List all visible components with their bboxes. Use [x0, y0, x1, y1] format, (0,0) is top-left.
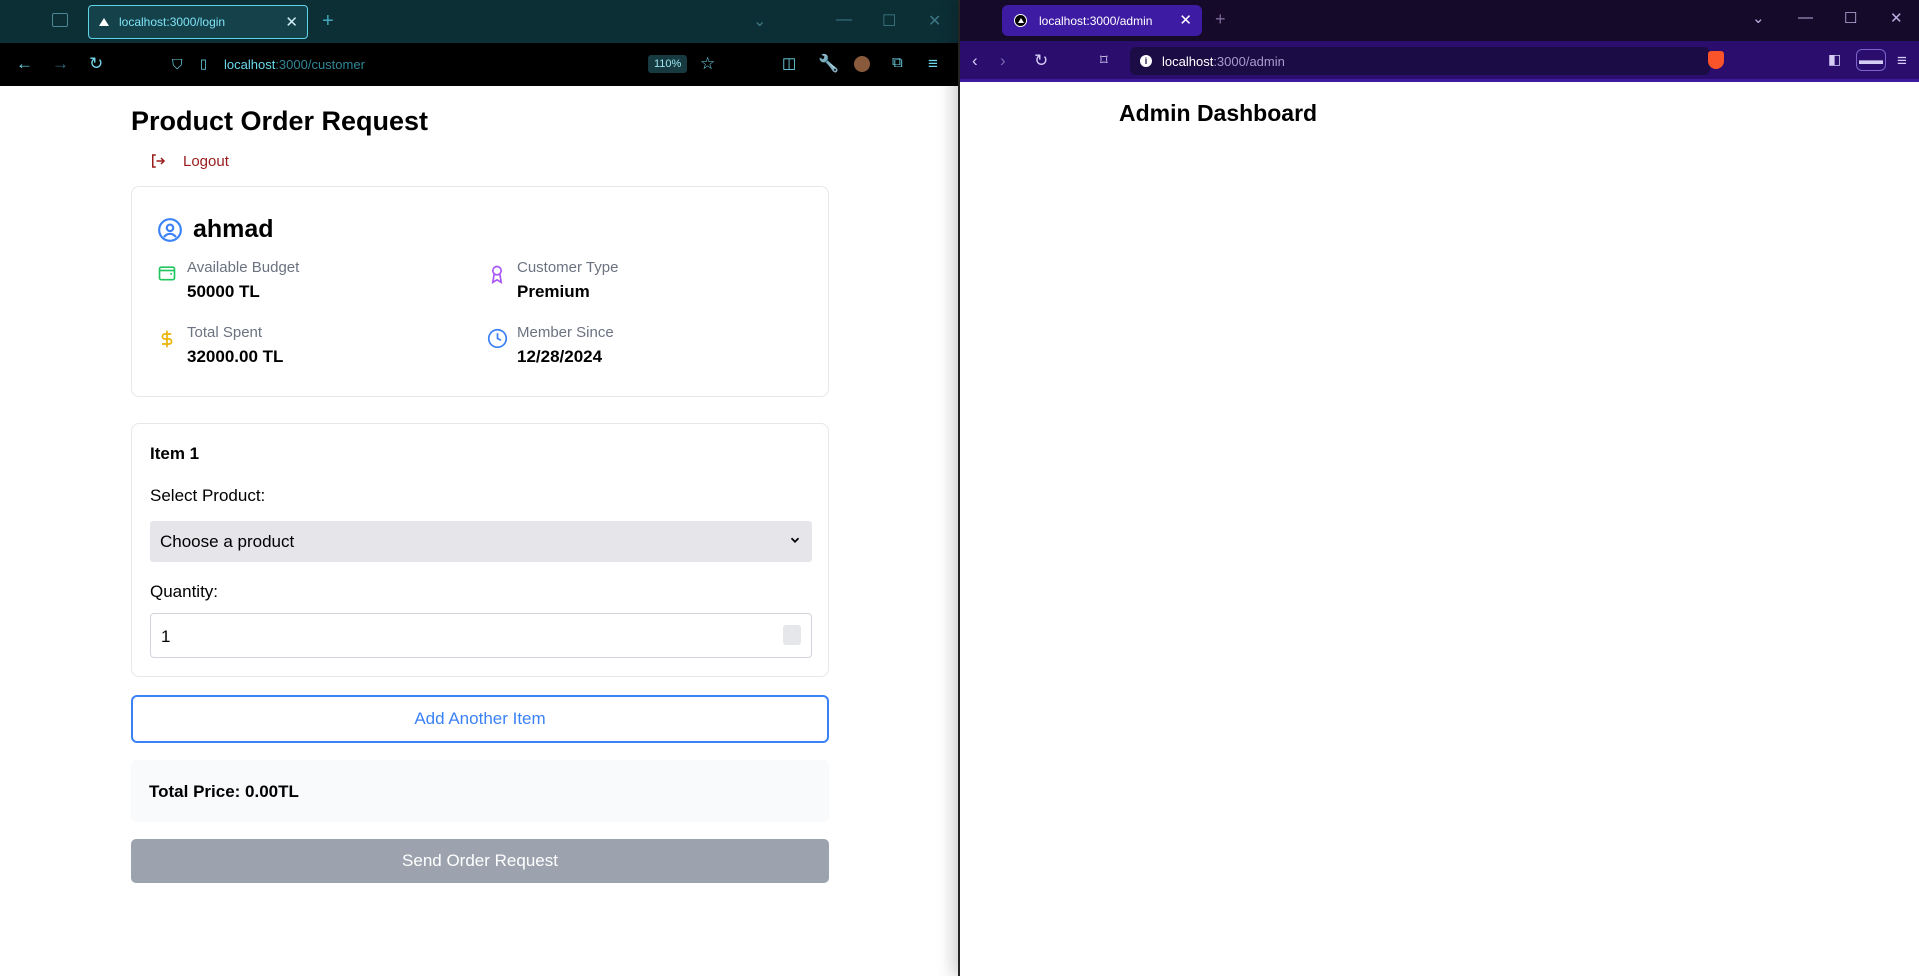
user-name-text: ahmad: [193, 215, 274, 243]
reload-icon[interactable]: ↻: [89, 54, 103, 74]
order-item-card: Item 1 Select Product: Choose a product …: [131, 423, 829, 677]
pocket-icon[interactable]: ◫: [782, 54, 796, 72]
quantity-stepper[interactable]: [783, 625, 801, 645]
firefox-window: localhost:3000/login ✕ + ⌄ — ☐ ✕ ← → ↻ ⛉…: [0, 0, 960, 976]
logout-label: Logout: [183, 152, 229, 170]
customer-type-label: Customer Type: [517, 259, 619, 276]
tab-tray-icon[interactable]: [52, 13, 68, 27]
tab-search-icon[interactable]: ⌄: [1752, 9, 1765, 27]
minimize-icon[interactable]: —: [1798, 9, 1813, 26]
customer-type-value: Premium: [517, 282, 590, 301]
menu-icon[interactable]: ≡: [928, 54, 938, 74]
member-since-stat: Member Since 12/28/2024: [487, 324, 614, 367]
user-name: ahmad: [157, 215, 274, 244]
forward-icon[interactable]: ›: [1000, 51, 1006, 71]
bookmark-star-icon[interactable]: ☆: [700, 54, 715, 74]
maximize-icon[interactable]: ☐: [882, 11, 896, 31]
brave-tab-title: localhost:3000/admin: [1039, 13, 1153, 28]
avatar[interactable]: [854, 56, 870, 72]
total-price: Total Price: 0.00TL: [131, 760, 829, 822]
wallet-icon: [158, 266, 176, 281]
send-order-button[interactable]: Send Order Request: [131, 839, 829, 883]
dollar-icon: [161, 330, 173, 348]
award-icon: [491, 265, 503, 284]
close-window-icon[interactable]: ✕: [1890, 9, 1903, 27]
site-info-icon[interactable]: i: [1140, 55, 1152, 67]
quantity-input[interactable]: 1: [150, 613, 812, 658]
page-title: Product Order Request: [131, 106, 429, 136]
member-since-value: 12/28/2024: [517, 347, 603, 366]
product-select[interactable]: Choose a product: [150, 521, 812, 562]
brave-url-bar[interactable]: i localhost:3000/admin: [1130, 47, 1710, 75]
brave-shields-icon[interactable]: [1708, 51, 1724, 69]
close-tab-icon[interactable]: ✕: [1179, 11, 1192, 29]
zoom-badge[interactable]: 110%: [648, 55, 688, 73]
forward-icon[interactable]: →: [52, 54, 69, 74]
customer-type-stat: Customer Type Premium: [487, 259, 618, 302]
member-since-label: Member Since: [517, 324, 614, 341]
private-mode-icon[interactable]: ▬▬: [1856, 49, 1886, 71]
admin-page-title: Admin Dashboard: [1119, 100, 1318, 126]
quantity-value: 1: [161, 627, 171, 646]
brave-tab-bar: localhost:3000/admin ✕ + ⌄ — ☐ ✕: [960, 0, 1919, 41]
ff-nav-bar: ← → ↻ ⛉ ▯ localhost:3000/customer 110% ☆…: [0, 43, 958, 86]
budget-label: Available Budget: [187, 259, 300, 276]
nextjs-favicon-icon: [1014, 14, 1027, 27]
logout-button[interactable]: Logout: [149, 152, 229, 170]
quantity-label: Quantity:: [150, 582, 219, 601]
ff-tab-bar: localhost:3000/login ✕ + ⌄ — ☐ ✕: [0, 0, 958, 43]
close-tab-icon[interactable]: ✕: [285, 13, 298, 31]
brave-nav-bar: ‹ › ↻ ⌑ i localhost:3000/admin ◧ ▬▬ ≡: [960, 41, 1919, 82]
back-icon[interactable]: ‹: [972, 51, 978, 71]
ff-url-bar[interactable]: localhost:3000/customer: [224, 57, 365, 72]
menu-icon[interactable]: ≡: [1897, 51, 1907, 71]
back-icon[interactable]: ←: [16, 54, 33, 74]
item-heading: Item 1: [150, 444, 200, 463]
nextjs-favicon-icon: [99, 18, 109, 26]
ff-active-tab[interactable]: localhost:3000/login ✕: [88, 5, 308, 39]
product-select-value: Choose a product: [160, 532, 295, 551]
wrench-icon[interactable]: 🔧: [818, 54, 839, 74]
minimize-icon[interactable]: —: [836, 11, 852, 29]
shield-icon[interactable]: ⛉: [172, 56, 183, 73]
brave-active-tab[interactable]: localhost:3000/admin ✕: [1002, 5, 1202, 36]
profile-card: ahmad Available Budget 50000 TL Customer …: [131, 186, 829, 397]
ff-tab-title: localhost:3000/login: [119, 15, 226, 29]
logout-icon: [152, 154, 166, 168]
brave-window: localhost:3000/admin ✕ + ⌄ — ☐ ✕ ‹ › ↻ ⌑…: [960, 0, 1919, 976]
maximize-icon[interactable]: ☐: [1844, 9, 1857, 27]
spent-value: 32000.00 TL: [187, 347, 284, 366]
close-window-icon[interactable]: ✕: [928, 11, 941, 31]
spent-label: Total Spent: [187, 324, 263, 341]
budget-value: 50000 TL: [187, 282, 260, 301]
list-tabs-icon[interactable]: ⌄: [753, 11, 766, 31]
reload-icon[interactable]: ↻: [1034, 51, 1048, 71]
bookmark-icon[interactable]: ⌑: [1100, 51, 1108, 69]
chevron-down-icon: [790, 537, 800, 543]
clock-icon: [487, 328, 508, 349]
budget-stat: Available Budget 50000 TL: [157, 259, 299, 302]
product-label: Select Product:: [150, 486, 266, 505]
new-tab-icon[interactable]: +: [1215, 9, 1226, 30]
spent-stat: Total Spent 32000.00 TL: [157, 324, 283, 367]
add-item-button[interactable]: Add Another Item: [131, 695, 829, 743]
user-circle-icon: [158, 217, 182, 242]
page-icon: ▯: [200, 56, 208, 71]
extensions-icon[interactable]: ⧉: [892, 54, 903, 71]
new-tab-icon[interactable]: +: [322, 10, 334, 33]
sidebar-icon[interactable]: ◧: [1828, 51, 1841, 68]
